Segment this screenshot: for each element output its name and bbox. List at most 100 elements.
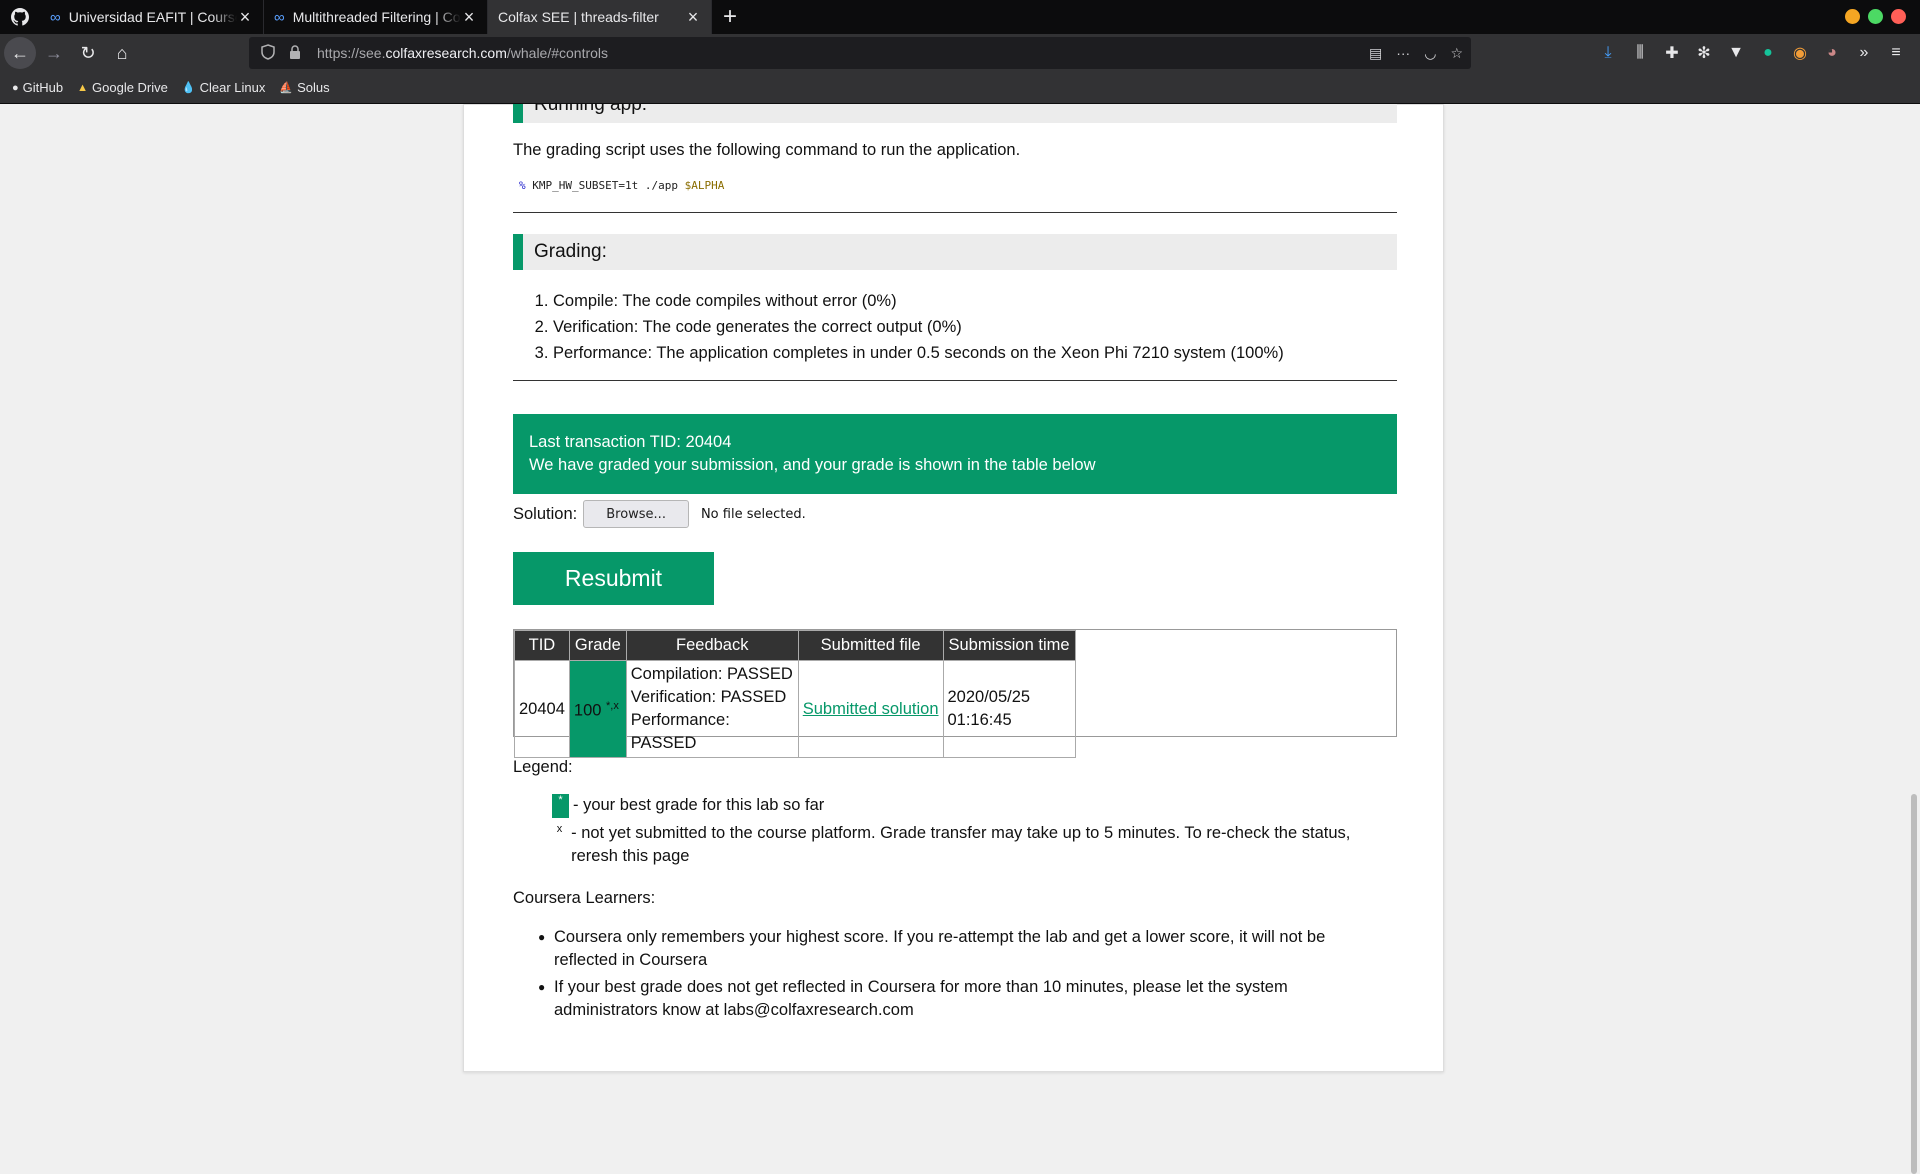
tab-strip: ∞ Universidad EAFIT | Coursera × ∞ Multi… xyxy=(0,0,1920,34)
solus-icon: ⛵ xyxy=(279,82,294,94)
maximize-button[interactable] xyxy=(1868,9,1883,24)
reload-icon: ↻ xyxy=(80,42,96,63)
new-tab-button[interactable]: + xyxy=(712,0,748,34)
divider xyxy=(513,212,1397,213)
extension-puzzle-icon[interactable]: ✚ xyxy=(1662,43,1682,63)
solution-row: Solution: Browse... No file selected. xyxy=(513,500,1397,528)
coursera-favicon-icon: ∞ xyxy=(50,8,61,26)
nav-bar: ← → ↻ ⌂ https://see.colfaxresearch.com/w… xyxy=(0,34,1920,72)
bookmark-google-drive[interactable]: ▲ Google Drive xyxy=(77,80,168,95)
close-window-button[interactable] xyxy=(1891,9,1906,24)
drive-icon: ▲ xyxy=(77,81,89,94)
tab-label: Universidad EAFIT | Coursera xyxy=(68,9,237,25)
results-table: TID Grade Feedback Submitted file Submis… xyxy=(514,630,1076,758)
bookmark-star-icon[interactable]: ☆ xyxy=(1450,45,1463,62)
submitted-solution-link[interactable]: Submitted solution xyxy=(803,700,939,718)
not-submitted-marker: x xyxy=(556,823,563,835)
gear-icon[interactable]: ✻ xyxy=(1694,43,1714,63)
url-text[interactable]: https://see.colfaxresearch.com/whale/#co… xyxy=(317,45,608,61)
bookmark-solus[interactable]: ⛵ Solus xyxy=(279,80,329,95)
column-header: Feedback xyxy=(625,630,799,661)
shield-icon[interactable] xyxy=(261,43,277,63)
close-icon[interactable]: × xyxy=(685,7,701,28)
tab-eafit-coursera[interactable]: ∞ Universidad EAFIT | Coursera × xyxy=(40,0,264,34)
run-command: % KMP_HW_SUBSET=1t ./app $ALPHA xyxy=(519,179,725,192)
arrow-left-icon: ← xyxy=(11,42,29,63)
more-actions-icon[interactable]: ··· xyxy=(1396,45,1410,61)
extension-icon[interactable]: ◉ xyxy=(1790,43,1810,63)
bookmark-github[interactable]: ● GitHub xyxy=(12,80,63,95)
coursera-notes: Coursera only remembers your highest sco… xyxy=(513,926,1353,1026)
resubmit-wrap: Resubmit xyxy=(513,552,714,605)
column-header: Submission time xyxy=(942,630,1076,661)
coursera-favicon-icon: ∞ xyxy=(274,8,285,26)
table-row: 20404 100 *,x Compilation: PASSED Verifi… xyxy=(514,660,1076,758)
run-description: The grading script uses the following co… xyxy=(513,141,1021,159)
column-header: Grade xyxy=(568,630,627,661)
list-item: If your best grade does not get reflecte… xyxy=(538,976,1353,1022)
grammarly-icon[interactable]: ● xyxy=(1758,44,1778,62)
github-icon xyxy=(11,8,29,26)
overflow-chevron-icon[interactable]: » xyxy=(1854,44,1874,62)
arrow-right-icon: → xyxy=(45,42,63,63)
coursera-title: Coursera Learners: xyxy=(513,889,656,907)
table-header-row: TID Grade Feedback Submitted file Submis… xyxy=(514,630,1076,661)
best-grade-marker: * xyxy=(552,794,569,818)
tab-label: Multithreaded Filtering | Coursera xyxy=(292,9,461,25)
close-icon[interactable]: × xyxy=(461,7,477,28)
scrollbar-thumb[interactable] xyxy=(1911,794,1917,1174)
legend-x: x - not yet submitted to the course plat… xyxy=(513,822,1373,868)
bookmark-clear-linux[interactable]: 💧 Clear Linux xyxy=(182,80,265,95)
tab-label: Colfax SEE | threads-filter xyxy=(498,9,659,25)
home-icon: ⌂ xyxy=(116,42,128,63)
grading-header: Grading: xyxy=(513,234,1397,270)
reload-button[interactable]: ↻ xyxy=(72,37,104,69)
divider xyxy=(513,380,1397,381)
reader-view-icon[interactable]: ▤ xyxy=(1369,45,1382,62)
avatar-ext-icon[interactable]: ◕ xyxy=(1822,44,1842,62)
file-status: No file selected. xyxy=(700,506,806,522)
lab-card: Running app: The grading script uses the… xyxy=(463,104,1444,1072)
list-item: Performance: The application completes i… xyxy=(553,340,1397,366)
tab-multithreaded-filtering[interactable]: ∞ Multithreaded Filtering | Coursera × xyxy=(264,0,488,34)
page-viewport: Running app: The grading script uses the… xyxy=(0,104,1920,1080)
downloads-icon[interactable]: ⤓ xyxy=(1598,44,1618,62)
running-app-header: Running app: xyxy=(513,104,1397,123)
feedback-cell: Compilation: PASSED Verification: PASSED… xyxy=(625,660,799,758)
column-header: Submitted file xyxy=(797,630,944,661)
resubmit-button[interactable]: Resubmit xyxy=(513,552,714,605)
minimize-button[interactable] xyxy=(1845,9,1860,24)
pocket-icon[interactable]: ◡ xyxy=(1424,45,1436,62)
bookmarks-bar: ● GitHub ▲ Google Drive 💧 Clear Linux ⛵ Solu… xyxy=(0,72,1920,104)
grading-list: Compile: The code compiles without error… xyxy=(513,288,1397,366)
toolbar-right: ⤓ ⫼ ✚ ✻ ▼ ● ◉ ◕ » ≡ xyxy=(1598,34,1920,72)
grade-cell: 100 *,x xyxy=(568,660,627,758)
home-button[interactable]: ⌂ xyxy=(106,37,138,69)
list-item: Coursera only remembers your highest sco… xyxy=(538,926,1353,972)
page-scrollbar[interactable] xyxy=(1908,104,1920,1174)
legend-star: * - your best grade for this lab so far xyxy=(513,794,1397,818)
tab-colfax-see[interactable]: Colfax SEE | threads-filter × xyxy=(488,0,712,34)
column-header: TID xyxy=(514,630,570,661)
browse-button[interactable]: Browse... xyxy=(583,500,689,528)
github-icon: ● xyxy=(12,81,19,94)
library-icon[interactable]: ⫼ xyxy=(1630,44,1650,62)
hamburger-menu-icon[interactable]: ≡ xyxy=(1886,44,1906,62)
forward-button[interactable]: → xyxy=(38,37,70,69)
back-button[interactable]: ← xyxy=(4,37,36,69)
list-item: Compile: The code compiles without error… xyxy=(553,288,1397,314)
github-pinned-tab[interactable] xyxy=(0,0,40,34)
clearlinux-icon: 💧 xyxy=(181,82,196,94)
time-cell: 2020/05/25 01:16:45 xyxy=(942,660,1076,758)
legend-title: Legend: xyxy=(513,758,573,776)
list-item: Verification: The code generates the cor… xyxy=(553,314,1397,340)
close-icon[interactable]: × xyxy=(237,7,253,28)
file-cell: Submitted solution xyxy=(797,660,944,758)
lock-icon[interactable] xyxy=(289,44,305,62)
tid-cell: 20404 xyxy=(514,660,570,758)
results-table-wrap: TID Grade Feedback Submitted file Submis… xyxy=(513,629,1397,758)
window-controls xyxy=(1845,9,1906,24)
vivaldi-ext-icon[interactable]: ▼ xyxy=(1726,44,1746,62)
grade-marks: *,x xyxy=(606,700,619,713)
address-bar[interactable]: https://see.colfaxresearch.com/whale/#co… xyxy=(249,37,1471,69)
